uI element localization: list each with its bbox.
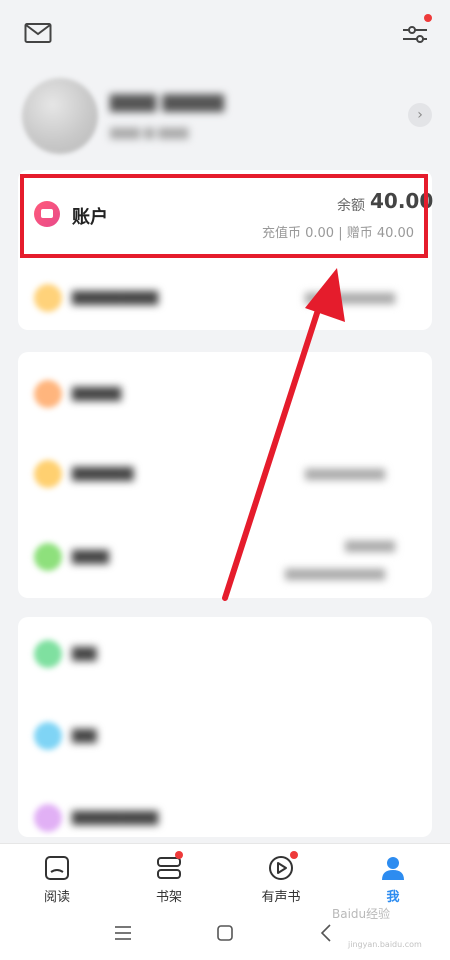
watermark: Baidu经验 — [332, 907, 391, 921]
top-bar — [0, 0, 450, 70]
row-text-blurred: ▆▆▆▆▆▆▆ — [72, 286, 159, 305]
tab-bookshelf[interactable]: 书架 — [113, 844, 225, 909]
back-icon[interactable] — [320, 923, 332, 943]
bottom-tab-bar: 阅读 书架 有声书 我 — [0, 843, 450, 909]
tab-label: 我 — [386, 890, 400, 905]
row-text-blurred[interactable]: ▆▆ — [72, 642, 97, 661]
tab-me[interactable]: 我 — [337, 844, 449, 909]
book-icon — [45, 856, 69, 880]
row-right-blurred: ▆▆▆▆▆ — [345, 538, 395, 553]
tab-label: 书架 — [155, 890, 182, 905]
bookshelf-badge-dot — [175, 851, 183, 859]
row-icon-blurred — [34, 543, 62, 571]
row-text-blurred[interactable]: ▆▆ — [72, 724, 97, 743]
row-text-blurred[interactable]: ▆▆▆▆▆ — [72, 462, 134, 481]
settings-sliders-icon[interactable] — [400, 18, 430, 48]
chevron-right-icon[interactable]: › — [408, 103, 432, 127]
avatar[interactable] — [22, 78, 98, 154]
row-icon-blurred — [34, 460, 62, 488]
profile-sub-blurred: ▆▆▆ ▆ ▆▆▆ — [110, 125, 189, 140]
menu-icon[interactable] — [114, 925, 132, 941]
profile-name-blurred: ▆▆▆ ▆▆▆▆ — [110, 88, 225, 112]
person-icon — [382, 857, 404, 880]
profile-section[interactable]: ▆▆▆ ▆▆▆▆ ▆▆▆ ▆ ▆▆▆ — [0, 70, 450, 165]
settings-badge-dot — [424, 14, 432, 22]
tab-label: 阅读 — [43, 890, 70, 905]
tab-read[interactable]: 阅读 — [1, 844, 113, 909]
row-icon-blurred — [34, 722, 62, 750]
row-icon-blurred — [34, 284, 62, 312]
tab-audiobook[interactable]: 有声书 — [225, 844, 337, 909]
row-icon-blurred — [34, 640, 62, 668]
mail-icon[interactable] — [24, 22, 52, 44]
row-icon-blurred — [34, 380, 62, 408]
tab-label: 有声书 — [261, 890, 301, 905]
row-right-blurred: ▆▆▆▆▆▆▆▆ — [305, 466, 385, 481]
row-text-blurred[interactable]: ▆▆▆ — [72, 545, 109, 564]
home-icon[interactable] — [216, 924, 234, 942]
row-right-blurred: ▆▆▆▆▆▆▆▆▆▆ — [285, 566, 385, 581]
row-text-blurred[interactable]: ▆▆▆▆ — [72, 382, 121, 401]
row-right-blurred: ▆▆▆▆▆▆▆▆▆ — [305, 290, 395, 305]
row-text-blurred[interactable]: ▆▆▆▆▆▆▆ — [72, 806, 158, 825]
account-highlight-box — [20, 174, 428, 258]
audiobook-badge-dot — [290, 851, 298, 859]
watermark-url: jingyan.baidu.com — [348, 940, 422, 949]
row-icon-blurred — [34, 804, 62, 832]
